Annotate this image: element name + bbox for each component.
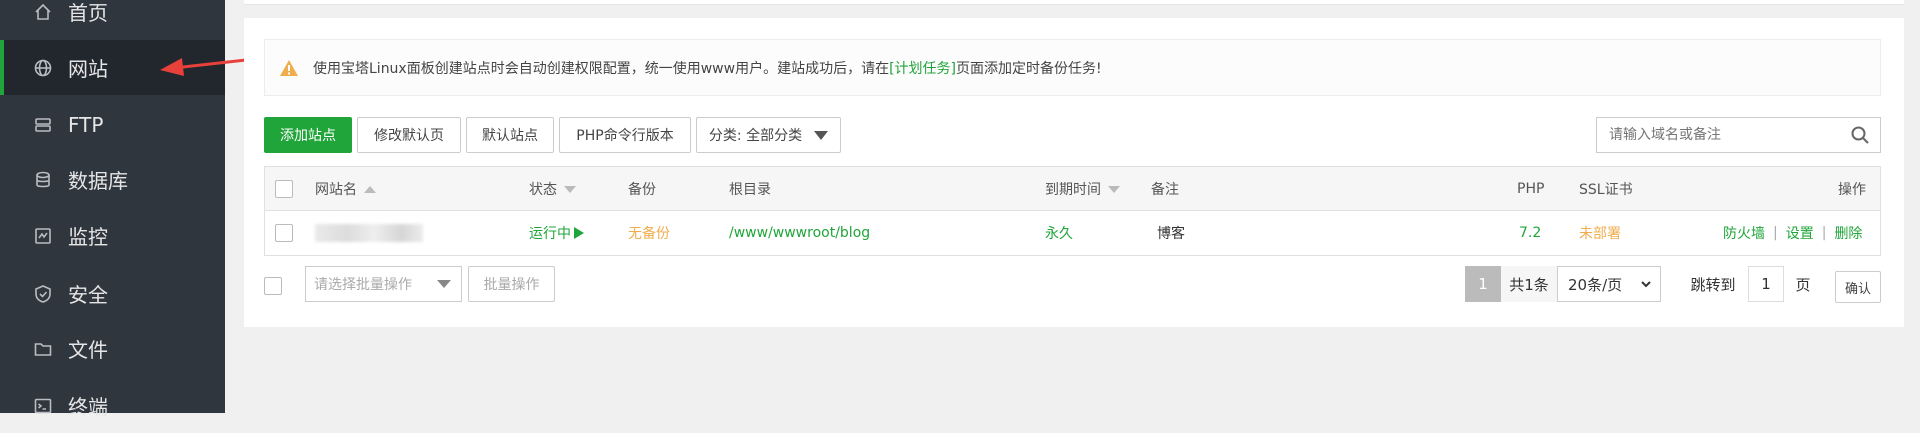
category-select[interactable]: 分类: 全部分类 <box>696 117 841 153</box>
settings-link[interactable]: 设置 <box>1786 223 1814 243</box>
play-icon <box>574 227 584 239</box>
select-all-checkbox-cell <box>275 167 293 211</box>
sidebar-item-label: 终端 <box>68 395 108 419</box>
sidebar-item-label: FTP <box>68 112 104 137</box>
total-count: 共1条 <box>1501 266 1557 302</box>
sidebar-item-ftp[interactable]: FTP <box>0 97 225 152</box>
sidebar-item-home[interactable]: 首页 <box>0 0 225 39</box>
batch-operation-placeholder: 请选择批量操作 <box>314 277 412 293</box>
col-php: PHP <box>1517 181 1545 197</box>
footer-select-checkbox[interactable] <box>264 277 282 295</box>
sidebar-item-label: 文件 <box>68 338 108 362</box>
col-expire[interactable]: 到期时间 <box>1045 167 1120 211</box>
page-current[interactable]: 1 <box>1465 266 1501 302</box>
sidebar-item-label: 安全 <box>68 283 108 307</box>
notice-bar: 使用宝塔Linux面板创建站点时会自动创建权限配置，统一使用www用户。建站成功… <box>264 39 1881 96</box>
globe-icon <box>32 57 54 79</box>
col-site-name[interactable]: 网站名 <box>315 167 376 211</box>
php-cli-version-button[interactable]: PHP命令行版本 <box>559 117 691 153</box>
ftp-icon <box>32 114 54 136</box>
table-header: 网站名 状态 备份 根目录 到期时间 备注 PHP SSL证书 操作 <box>265 167 1880 211</box>
action-separator: | <box>1773 225 1778 241</box>
col-status[interactable]: 状态 <box>529 167 576 211</box>
status-running[interactable]: 运行中 <box>529 211 584 255</box>
select-all-checkbox[interactable] <box>275 180 293 198</box>
sidebar-item-terminal[interactable]: 终端 <box>0 378 225 433</box>
jump-confirm-button[interactable]: 确认 <box>1835 271 1881 303</box>
home-icon <box>32 1 54 23</box>
col-status-label: 状态 <box>529 182 557 198</box>
edit-default-page-button[interactable]: 修改默认页 <box>357 117 461 153</box>
col-site-name-label: 网站名 <box>315 182 357 198</box>
sort-up-icon <box>364 185 376 193</box>
row-checkbox[interactable] <box>275 224 293 242</box>
php-version-link[interactable]: 7.2 <box>1519 211 1541 255</box>
notice-text-tail: 页面添加定时备份任务! <box>956 60 1102 77</box>
page-size-label: 20条/页 <box>1568 275 1623 294</box>
sidebar-item-files[interactable]: 文件 <box>0 321 225 376</box>
row-actions: 防火墙 | 设置 | 删除 <box>1723 211 1862 255</box>
sidebar-item-label: 网站 <box>68 57 108 81</box>
col-remark: 备注 <box>1151 182 1179 198</box>
redacted-domain <box>315 224 423 242</box>
col-backup: 备份 <box>628 182 656 198</box>
sidebar-item-monitor[interactable]: 监控 <box>0 208 225 263</box>
notice-text: 使用宝塔Linux面板创建站点时会自动创建权限配置，统一使用www用户。建站成功… <box>313 60 890 77</box>
sidebar-item-label: 首页 <box>68 1 108 25</box>
col-actions: 操作 <box>1838 182 1866 198</box>
search-icon[interactable] <box>1850 125 1870 145</box>
folder-icon <box>32 338 54 360</box>
firewall-link[interactable]: 防火墙 <box>1723 223 1765 243</box>
top-strip <box>244 0 1904 5</box>
row-checkbox-cell <box>275 211 293 255</box>
root-dir-link[interactable]: /www/wwwroot/blog <box>729 211 870 255</box>
site-table: 网站名 状态 备份 根目录 到期时间 备注 PHP SSL证书 操作 运行中 无… <box>264 166 1881 256</box>
sort-down-icon <box>1108 185 1120 193</box>
search-box <box>1596 117 1881 153</box>
jump-page-input[interactable]: 1 <box>1748 266 1784 302</box>
sidebar-item-label: 数据库 <box>68 169 128 193</box>
monitor-icon <box>32 225 54 247</box>
sort-down-icon <box>564 185 576 193</box>
backup-link[interactable]: 无备份 <box>628 211 670 255</box>
terminal-icon <box>32 395 54 417</box>
delete-link[interactable]: 删除 <box>1834 223 1862 243</box>
sidebar-item-security[interactable]: 安全 <box>0 266 225 321</box>
col-expire-label: 到期时间 <box>1045 182 1101 198</box>
schedule-task-link[interactable]: [计划任务] <box>889 58 956 78</box>
col-ssl: SSL证书 <box>1579 182 1633 198</box>
category-select-label: 分类: 全部分类 <box>708 128 803 144</box>
sidebar-item-label: 监控 <box>68 225 108 249</box>
chevron-down-icon <box>1641 281 1651 288</box>
site-name-blurred[interactable] <box>315 211 423 255</box>
page-size-select[interactable]: 20条/页 <box>1557 266 1661 302</box>
remark-field[interactable]: 博客 <box>1157 211 1185 255</box>
sidebar-item-database[interactable]: 数据库 <box>0 152 225 207</box>
search-input[interactable] <box>1607 126 1850 144</box>
add-site-button[interactable]: 添加站点 <box>264 117 352 153</box>
expire-link[interactable]: 永久 <box>1045 211 1073 255</box>
warning-icon <box>280 59 298 76</box>
ssl-link[interactable]: 未部署 <box>1579 211 1621 255</box>
col-root: 根目录 <box>729 182 771 198</box>
default-site-button[interactable]: 默认站点 <box>466 117 554 153</box>
site-panel: 使用宝塔Linux面板创建站点时会自动创建权限配置，统一使用www用户。建站成功… <box>244 18 1904 327</box>
batch-operation-button[interactable]: 批量操作 <box>468 266 555 302</box>
status-text: 运行中 <box>529 226 571 242</box>
chevron-down-icon <box>437 280 451 288</box>
batch-operation-select[interactable]: 请选择批量操作 <box>305 266 462 302</box>
jump-label: 跳转到 <box>1690 275 1736 294</box>
chevron-down-icon <box>814 130 829 140</box>
shield-icon <box>32 283 54 305</box>
page-unit: 页 <box>1795 275 1811 294</box>
action-separator: | <box>1821 225 1827 241</box>
database-icon <box>32 169 54 191</box>
